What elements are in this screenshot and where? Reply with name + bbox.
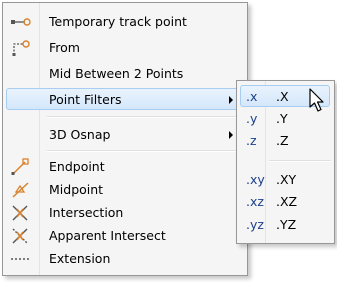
- menu-item-label: Midpoint: [49, 182, 104, 197]
- point-filter-z-icon: .z: [246, 133, 257, 148]
- menu-item-apparent-intersect[interactable]: Apparent Intersect: [6, 224, 244, 246]
- menu-item-label: Temporary track point: [49, 14, 187, 29]
- submenu-item-xz[interactable]: .xz .XZ: [240, 190, 330, 212]
- menu-item-label: From: [49, 40, 80, 55]
- point-filter-x-icon: .x: [246, 89, 258, 104]
- submenu-arrow-icon: [229, 131, 233, 139]
- point-filter-y-icon: .y: [246, 111, 258, 126]
- intersection-icon: [9, 203, 33, 222]
- menu-item-from[interactable]: From: [6, 36, 244, 58]
- extension-icon: [9, 249, 33, 268]
- submenu-item-yz[interactable]: .yz .YZ: [240, 213, 330, 235]
- menu-item-temporary-track-point[interactable]: Temporary track point: [6, 10, 244, 32]
- menu-item-label: Extension: [49, 251, 111, 266]
- menu-item-label: Endpoint: [49, 159, 105, 174]
- submenu-item-label: .XY: [276, 172, 297, 187]
- menu-item-label: 3D Osnap: [49, 127, 111, 142]
- submenu-item-xy[interactable]: .xy .XY: [240, 168, 330, 190]
- menu-item-label: Apparent Intersect: [49, 228, 166, 243]
- submenu-arrow-icon: [229, 96, 233, 104]
- menu-item-label: Mid Between 2 Points: [49, 66, 184, 81]
- menu-item-3d-osnap[interactable]: 3D Osnap: [6, 123, 244, 145]
- submenu-item-label: .YZ: [276, 217, 297, 232]
- submenu-item-label: .X: [276, 89, 289, 104]
- menu-item-midpoint[interactable]: Midpoint: [6, 178, 244, 200]
- menu-separator: [47, 116, 244, 118]
- menu-item-endpoint[interactable]: Endpoint: [6, 155, 244, 177]
- point-filter-xy-icon: .xy: [246, 172, 265, 187]
- midpoint-icon: [9, 180, 33, 199]
- submenu-separator: [269, 160, 331, 162]
- menu-item-intersection[interactable]: Intersection: [6, 201, 244, 223]
- submenu-item-z[interactable]: .z .Z: [240, 129, 330, 151]
- from-icon: [9, 38, 33, 57]
- menu-separator: [47, 150, 244, 152]
- submenu-item-label: .Z: [276, 133, 289, 148]
- point-filter-xz-icon: .xz: [246, 194, 264, 209]
- menu-item-extension[interactable]: Extension: [6, 247, 244, 269]
- menu-item-label: Intersection: [49, 205, 124, 220]
- endpoint-icon: [9, 157, 33, 176]
- temporary-track-point-icon: [9, 12, 33, 31]
- point-filter-yz-icon: .yz: [246, 217, 264, 232]
- submenu-item-label: .XZ: [276, 194, 298, 209]
- menu-item-point-filters[interactable]: Point Filters: [6, 88, 244, 110]
- mouse-pointer-icon: [309, 88, 329, 114]
- submenu-item-label: .Y: [276, 111, 288, 126]
- osnap-context-menu: Temporary track point From Mid Between 2…: [2, 2, 248, 276]
- menu-item-label: Point Filters: [49, 92, 122, 107]
- menu-item-mid-between-2-points[interactable]: Mid Between 2 Points: [6, 62, 244, 84]
- apparent-intersect-icon: [9, 226, 33, 245]
